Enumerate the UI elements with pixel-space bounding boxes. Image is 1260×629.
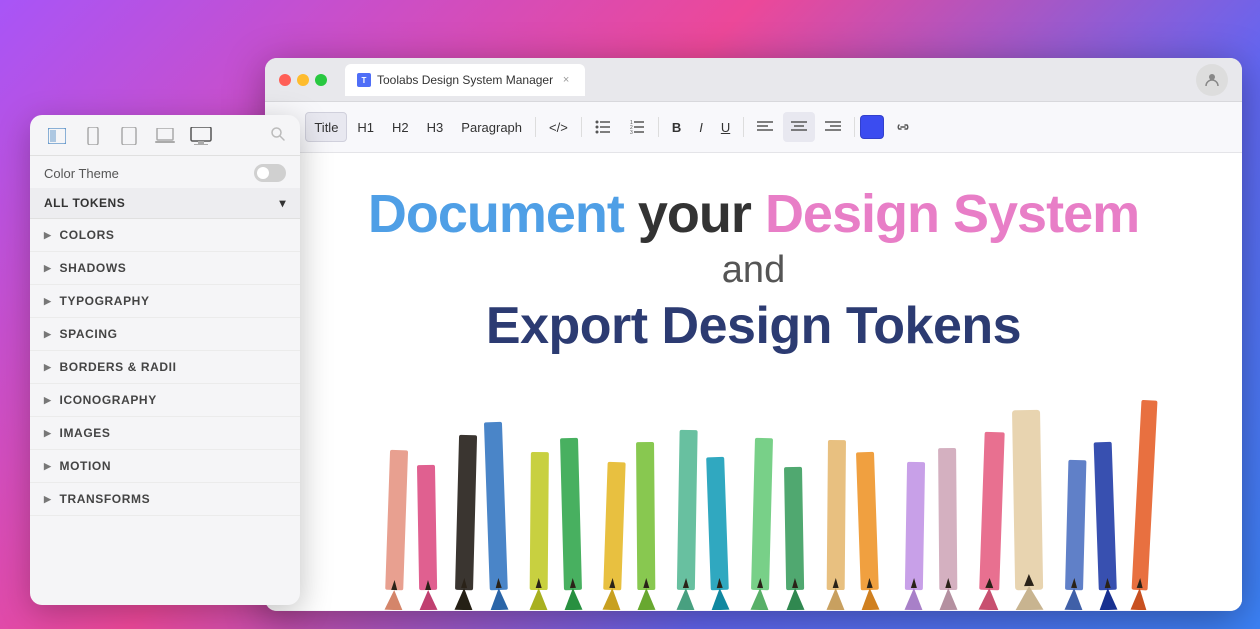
search-icon [270, 126, 286, 147]
tab-favicon: T [357, 73, 371, 87]
svg-text:T: T [362, 76, 367, 85]
sidebar-panel: Color Theme ALL TOKENS ▾ ▶ COLORS ▶ SHAD… [30, 115, 300, 605]
toolbar-align-right-btn[interactable] [817, 112, 849, 142]
color-theme-label: Color Theme [44, 166, 119, 181]
triangle-icon-iconography: ▶ [44, 395, 52, 406]
toolbar-link-btn[interactable] [886, 112, 920, 142]
sidebar-item-label-iconography: ICONOGRAPHY [60, 393, 157, 407]
headline-export: Export Design Tokens [305, 296, 1202, 366]
sidebar-item-label-typography: TYPOGRAPHY [60, 294, 150, 308]
editor-area: Document your Design System and Export D… [265, 153, 1242, 610]
triangle-icon-images: ▶ [44, 428, 52, 439]
toolbar-bullet-btn[interactable] [587, 112, 619, 142]
tab-close-btn[interactable]: × [559, 73, 573, 87]
tablet-icon-btn[interactable] [116, 125, 142, 147]
word-document: Document [368, 184, 624, 244]
sidebar-item-borders[interactable]: ▶ BORDERS & RADII [30, 351, 300, 384]
all-tokens-chevron: ▾ [279, 196, 286, 210]
phone-icon-btn[interactable] [80, 125, 106, 147]
sidebar-item-label-images: IMAGES [60, 426, 111, 440]
sidebar-item-label-transforms: TRANSFORMS [60, 492, 151, 506]
editor-toolbar: ☰ Title H1 H2 H3 Paragraph </> 123 B I U [265, 102, 1242, 153]
toolbar-paragraph-btn[interactable]: Paragraph [453, 112, 530, 142]
triangle-icon-colors: ▶ [44, 230, 52, 241]
toolbar-separator-5 [854, 117, 855, 137]
color-theme-toggle[interactable] [254, 164, 286, 182]
toolbar-separator-3 [658, 117, 659, 137]
svg-text:3: 3 [630, 130, 633, 134]
sidebar-item-typography[interactable]: ▶ TYPOGRAPHY [30, 285, 300, 318]
word-design: Design [765, 184, 939, 244]
tab-bar: T Toolabs Design System Manager × [345, 64, 1186, 96]
sidebar-item-label-spacing: SPACING [60, 327, 118, 341]
color-swatch-btn[interactable] [860, 115, 884, 139]
sidebar-device-icons [44, 125, 214, 147]
sidebar-item-images[interactable]: ▶ IMAGES [30, 417, 300, 450]
pencils-illustration [265, 390, 1242, 610]
traffic-light-green[interactable] [315, 74, 327, 86]
triangle-icon-spacing: ▶ [44, 329, 52, 340]
toolbar-title-btn[interactable]: Title [305, 112, 347, 142]
traffic-lights [279, 74, 327, 86]
toolbar-align-center-btn[interactable] [783, 112, 815, 142]
headline-line1: Document your Design System [305, 183, 1202, 245]
profile-button[interactable] [1196, 64, 1228, 96]
triangle-icon-transforms: ▶ [44, 494, 52, 505]
all-tokens-section[interactable]: ALL TOKENS ▾ [30, 188, 300, 219]
sidebar-item-label-colors: COLORS [60, 228, 115, 242]
sidebar-item-shadows[interactable]: ▶ SHADOWS [30, 252, 300, 285]
layout-icon-btn[interactable] [44, 125, 70, 147]
triangle-icon-borders: ▶ [44, 362, 52, 373]
browser-window: T Toolabs Design System Manager × ☰ Titl… [265, 58, 1242, 611]
toolbar-bold-btn[interactable]: B [664, 112, 689, 142]
tab-title: Toolabs Design System Manager [377, 73, 553, 87]
toolbar-h3-btn[interactable]: H3 [419, 112, 452, 142]
toolbar-separator-2 [581, 117, 582, 137]
traffic-light-red[interactable] [279, 74, 291, 86]
toolbar-code-btn[interactable]: </> [541, 112, 576, 142]
word-your: your [638, 184, 751, 244]
triangle-icon-motion: ▶ [44, 461, 52, 472]
toolbar-separator-1 [535, 117, 536, 137]
word-system: System [953, 184, 1139, 244]
sidebar-toolbar [30, 115, 300, 156]
toolbar-underline-btn[interactable]: U [713, 112, 738, 142]
browser-titlebar: T Toolabs Design System Manager × [265, 58, 1242, 102]
sidebar-item-transforms[interactable]: ▶ TRANSFORMS [30, 483, 300, 516]
toolbar-separator-4 [743, 117, 744, 137]
headline-block: Document your Design System and Export D… [265, 153, 1242, 376]
toolbar-italic-btn[interactable]: I [691, 112, 711, 142]
pencils-svg [265, 390, 1242, 610]
sidebar-item-label-motion: MOTION [60, 459, 112, 473]
triangle-icon-shadows: ▶ [44, 263, 52, 274]
sidebar-item-colors[interactable]: ▶ COLORS [30, 219, 300, 252]
toolbar-h2-btn[interactable]: H2 [384, 112, 417, 142]
traffic-light-yellow[interactable] [297, 74, 309, 86]
color-theme-row: Color Theme [30, 156, 300, 188]
toolbar-h1-btn[interactable]: H1 [349, 112, 382, 142]
triangle-icon-typography: ▶ [44, 296, 52, 307]
toolbar-align-left-btn[interactable] [749, 112, 781, 142]
laptop-icon-btn[interactable] [152, 125, 178, 147]
toolbar-ordered-btn[interactable]: 123 [621, 112, 653, 142]
browser-content: ☰ Title H1 H2 H3 Paragraph </> 123 B I U [265, 102, 1242, 611]
sidebar-item-spacing[interactable]: ▶ SPACING [30, 318, 300, 351]
browser-tab-active[interactable]: T Toolabs Design System Manager × [345, 64, 585, 96]
headline-and: and [305, 245, 1202, 296]
desktop-icon-btn[interactable] [188, 125, 214, 147]
sidebar-item-label-shadows: SHADOWS [60, 261, 127, 275]
sidebar-item-motion[interactable]: ▶ MOTION [30, 450, 300, 483]
sidebar-item-label-borders: BORDERS & RADII [60, 360, 177, 374]
all-tokens-label: ALL TOKENS [44, 196, 125, 210]
sidebar-item-iconography[interactable]: ▶ ICONOGRAPHY [30, 384, 300, 417]
